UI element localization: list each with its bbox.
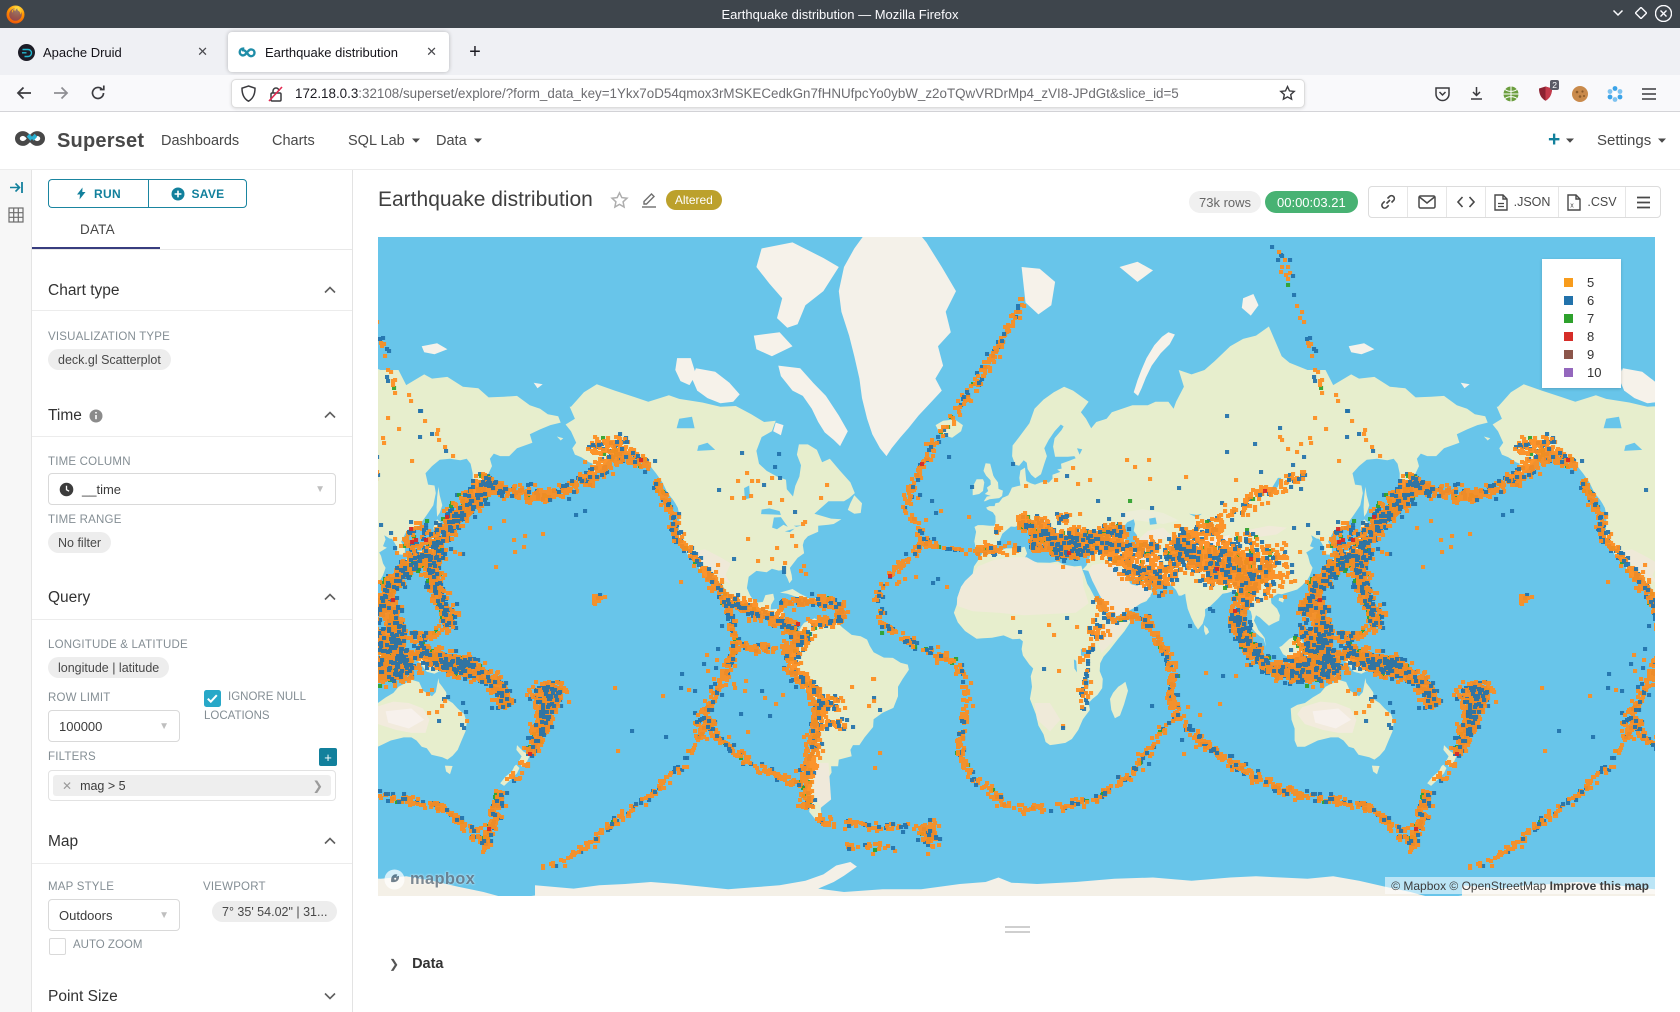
svg-text:x: x <box>1571 202 1575 209</box>
